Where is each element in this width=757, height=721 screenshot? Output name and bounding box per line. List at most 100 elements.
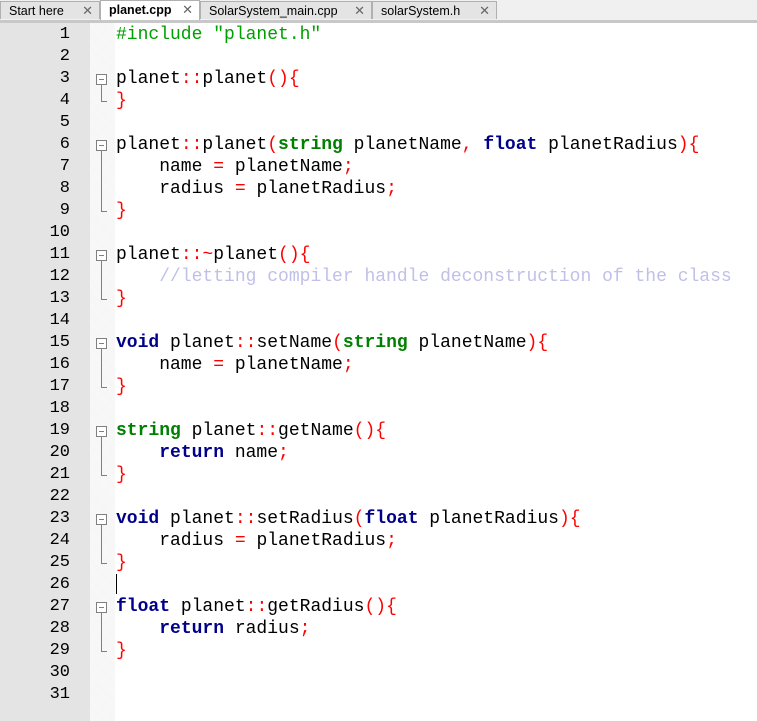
code-token: } — [116, 91, 127, 111]
fold-line — [101, 437, 102, 475]
line-number: 15 — [49, 333, 70, 352]
code-line: //letting compiler handle deconstruction… — [116, 266, 732, 288]
tab-label: planet.cpp — [109, 3, 172, 17]
code-token: } — [116, 465, 127, 485]
code-token: setRadius — [256, 509, 354, 529]
line-number-gutter: 1 2 3 4 5 6 7 8 9 10 11 12 13 14 15 16 17 18 19 20 21 22 23 24 2… — [0, 23, 90, 721]
code-line: float planet::getRadius(){ — [116, 596, 397, 618]
line-number: 16 — [49, 355, 70, 374]
code-token: } — [116, 641, 127, 661]
fold-end-marker — [101, 211, 107, 212]
close-icon[interactable]: ✕ — [182, 1, 193, 19]
code-token: planetName — [342, 135, 462, 155]
fold-collapse-icon[interactable] — [96, 338, 107, 349]
line-number: 27 — [49, 597, 70, 616]
line-number: 28 — [49, 619, 70, 638]
code-token: planetName — [224, 157, 343, 177]
code-token: planet — [159, 509, 235, 529]
line-number: 7 — [59, 157, 70, 176]
fold-end-marker — [101, 387, 107, 388]
code-token: planetRadius — [245, 531, 387, 551]
code-token: planet — [213, 245, 279, 265]
code-token: name — [116, 157, 214, 177]
line-number: 1 — [59, 25, 70, 44]
line-number: 22 — [49, 487, 70, 506]
tab-solarsystem-h[interactable]: solarSystem.h ✕ — [372, 1, 497, 19]
code-token: ){ — [558, 509, 581, 529]
code-token: float — [364, 509, 419, 529]
tab-label: Start here — [9, 4, 64, 18]
close-icon[interactable]: ✕ — [82, 2, 93, 20]
fold-line — [101, 613, 102, 651]
line-number: 4 — [59, 91, 70, 110]
code-token: name — [116, 355, 214, 375]
fold-end-marker — [101, 563, 107, 564]
fold-collapse-icon[interactable] — [96, 140, 107, 151]
code-line: radius = planetRadius; — [116, 530, 397, 552]
line-number: 14 — [49, 311, 70, 330]
line-number: 23 — [49, 509, 70, 528]
code-token: name — [224, 443, 279, 463]
line-number: 30 — [49, 663, 70, 682]
tab-label: solarSystem.h — [381, 4, 461, 18]
fold-collapse-icon[interactable] — [96, 426, 107, 437]
tab-start-here[interactable]: Start here ✕ — [0, 1, 100, 19]
code-token: return — [159, 619, 225, 639]
tab-solarsystem-main-cpp[interactable]: SolarSystem_main.cpp ✕ — [200, 1, 372, 19]
code-token: (){ — [364, 597, 397, 617]
line-number: 3 — [59, 69, 70, 88]
fold-collapse-icon[interactable] — [96, 602, 107, 613]
code-token: planetRadius — [418, 509, 559, 529]
code-token: ){ — [526, 333, 549, 353]
fold-line — [101, 85, 102, 101]
code-token: ){ — [677, 135, 700, 155]
close-icon[interactable]: ✕ — [479, 2, 490, 20]
fold-collapse-icon[interactable] — [96, 250, 107, 261]
code-token: return — [159, 443, 225, 463]
code-token: :: — [180, 69, 203, 89]
code-token: radius — [116, 531, 235, 551]
code-token: = — [213, 355, 225, 375]
line-number: 11 — [49, 245, 70, 264]
code-line: } — [116, 90, 127, 112]
code-token: void — [116, 509, 160, 529]
line-number: 9 — [59, 201, 70, 220]
code-token: :: — [180, 135, 203, 155]
code-token: :: — [234, 509, 257, 529]
code-token: (){ — [267, 69, 300, 89]
line-number: 20 — [49, 443, 70, 462]
code-token: (){ — [353, 421, 387, 441]
code-token: , — [461, 135, 473, 155]
tab-planet-cpp[interactable]: planet.cpp ✕ — [100, 0, 200, 20]
code-line: #include "planet.h" — [116, 24, 321, 46]
code-token: } — [116, 553, 127, 573]
code-token: //letting compiler handle deconstruction… — [159, 267, 732, 287]
code-token: string — [278, 135, 343, 155]
code-line: } — [116, 376, 127, 398]
code-token: ; — [342, 355, 354, 375]
code-token: :: — [234, 333, 257, 353]
fold-collapse-icon[interactable] — [96, 514, 107, 525]
line-number: 12 — [49, 267, 70, 286]
code-line: } — [116, 640, 127, 662]
code-token: getName — [278, 421, 354, 441]
code-token: planet — [116, 135, 181, 155]
code-token: string — [342, 333, 408, 353]
line-number: 13 — [49, 289, 70, 308]
code-token: ; — [386, 531, 397, 551]
line-number: 31 — [49, 685, 70, 704]
code-line: name = planetName; — [116, 156, 353, 178]
code-token: ; — [299, 619, 311, 639]
fold-line — [101, 261, 102, 299]
code-line: planet::~planet(){ — [116, 244, 310, 266]
code-token: planet — [170, 597, 246, 617]
fold-collapse-icon[interactable] — [96, 74, 107, 85]
code-token: ( — [353, 509, 365, 529]
code-token: planet — [180, 421, 257, 441]
code-token: planet — [202, 69, 268, 89]
close-icon[interactable]: ✕ — [354, 2, 365, 20]
code-line: void planet::setRadius(float planetRadiu… — [116, 508, 581, 530]
